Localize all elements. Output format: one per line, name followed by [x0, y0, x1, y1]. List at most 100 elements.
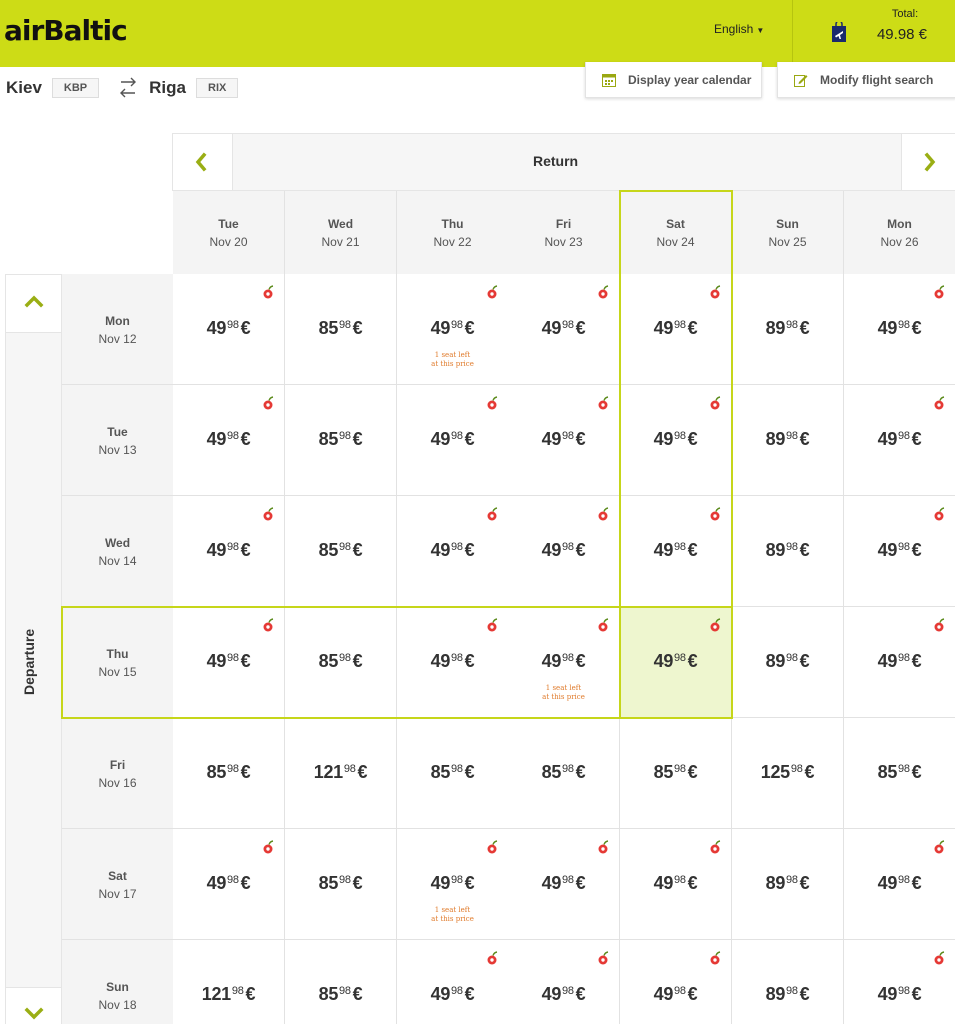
cherry-badge-icon	[487, 507, 498, 521]
fare-cell[interactable]: 8598 €	[620, 718, 732, 829]
fare-price: 8998 €	[765, 984, 810, 1004]
fare-cell[interactable]: 4998 €	[844, 274, 955, 385]
cherry-badge-icon	[710, 618, 721, 632]
fare-price: 4998 €	[541, 873, 586, 893]
display-year-calendar-button[interactable]: Display year calendar	[585, 62, 762, 98]
fare-price: 4998 €	[430, 873, 475, 893]
return-prev-button[interactable]	[173, 134, 233, 190]
fare-price: 8998 €	[765, 318, 810, 338]
fare-cell[interactable]: 4998 €	[508, 496, 620, 607]
fare-price: 12198 €	[313, 762, 368, 782]
fare-price: 4998 €	[430, 984, 475, 1004]
departure-date-header: Mon Nov 12	[62, 274, 173, 385]
origin-city: Kiev	[6, 78, 42, 97]
fare-cell[interactable]: 4998 €	[508, 385, 620, 496]
departure-date: Nov 16	[98, 776, 137, 790]
fare-cell[interactable]: 4998 € 1 seat left at this price	[397, 274, 509, 385]
departure-date: Nov 12	[98, 332, 137, 346]
fare-cell[interactable]: 4998 €	[397, 496, 509, 607]
fare-cell[interactable]: 8598 €	[285, 829, 397, 940]
cherry-badge-icon	[263, 285, 274, 299]
fare-cell[interactable]: 4998 €	[620, 274, 732, 385]
departure-date: Nov 18	[98, 998, 137, 1012]
fare-cell[interactable]: 8998 €	[732, 607, 844, 718]
departure-date-header: Tue Nov 13	[62, 385, 173, 496]
fare-cell[interactable]: 4998 €	[508, 829, 620, 940]
fare-price: 4998 €	[206, 651, 251, 671]
fare-cell[interactable]: 4998 €	[844, 607, 955, 718]
fare-cell[interactable]: 4998 €	[844, 940, 955, 1024]
fare-cell[interactable]: 8998 €	[732, 385, 844, 496]
cherry-badge-icon	[934, 285, 945, 299]
fare-cell[interactable]: 8598 €	[285, 940, 397, 1024]
fare-cell-selected[interactable]: 4998 €	[620, 607, 732, 718]
fare-cell[interactable]: 4998 €	[397, 385, 509, 496]
fare-cell[interactable]: 8998 €	[732, 274, 844, 385]
fare-cell[interactable]: 12198 €	[285, 718, 397, 829]
fare-cell[interactable]: 4998 €	[173, 496, 285, 607]
fare-cell[interactable]: 8598 €	[173, 718, 285, 829]
cherry-badge-icon	[934, 507, 945, 521]
fare-cell[interactable]: 8998 €	[732, 940, 844, 1024]
fare-price: 4998 €	[877, 873, 922, 893]
fare-cell[interactable]: 4998 €	[173, 829, 285, 940]
cherry-badge-icon	[598, 285, 609, 299]
fare-price: 4998 €	[430, 429, 475, 449]
plane-swap-icon	[120, 77, 137, 98]
fare-cell[interactable]: 8598 €	[285, 274, 397, 385]
return-date-header: Sun Nov 25	[732, 191, 844, 274]
cherry-badge-icon	[263, 507, 274, 521]
fare-cell[interactable]: 4998 €	[508, 940, 620, 1024]
fare-cell[interactable]: 8598 €	[285, 496, 397, 607]
departure-prev-button[interactable]	[6, 275, 61, 333]
fare-cell[interactable]: 8598 €	[285, 607, 397, 718]
fare-cell[interactable]: 4998 €	[620, 385, 732, 496]
departure-date: Nov 17	[98, 887, 137, 901]
fare-cell[interactable]: 8598 €	[397, 718, 509, 829]
return-weekday: Wed	[327, 217, 354, 231]
total-label: Total:	[891, 8, 919, 20]
top-bar: airBaltic English ▼ Total: 49.98 €	[0, 0, 955, 67]
fare-cell[interactable]: 4998 €	[620, 829, 732, 940]
cherry-badge-icon	[598, 840, 609, 854]
fare-cell[interactable]: 8998 €	[732, 496, 844, 607]
cherry-badge-icon	[598, 507, 609, 521]
fare-cell[interactable]: 4998 €	[397, 607, 509, 718]
modify-flight-search-button[interactable]: Modify flight search	[777, 62, 955, 98]
fare-cell[interactable]: 4998 €	[620, 940, 732, 1024]
fare-cell[interactable]: 8598 €	[844, 718, 955, 829]
fare-cell[interactable]: 4998 €	[844, 385, 955, 496]
fare-cell[interactable]: 8598 €	[285, 385, 397, 496]
fare-price: 8598 €	[541, 762, 586, 782]
fare-cell[interactable]: 4998 € 1 seat left at this price	[508, 607, 620, 718]
fare-cell[interactable]: 12198 €	[173, 940, 285, 1024]
return-next-button[interactable]	[901, 134, 955, 190]
fare-cell[interactable]: 4998 €	[620, 496, 732, 607]
fare-cell[interactable]: 4998 €	[173, 274, 285, 385]
fare-cell[interactable]: 4998 € 1 seat left at this price	[397, 829, 509, 940]
cherry-badge-icon	[487, 396, 498, 410]
cherry-badge-icon	[263, 396, 274, 410]
fare-price: 8998 €	[765, 429, 810, 449]
fare-cell[interactable]: 4998 €	[844, 829, 955, 940]
return-date: Nov 20	[209, 235, 248, 249]
departure-date-header: Sat Nov 17	[62, 829, 173, 940]
return-date: Nov 24	[656, 235, 695, 249]
departure-next-button[interactable]	[6, 987, 61, 1024]
fare-cell[interactable]: 8998 €	[732, 829, 844, 940]
fare-cell[interactable]: 4998 €	[173, 607, 285, 718]
fare-cell[interactable]: 4998 €	[508, 274, 620, 385]
fare-price: 8598 €	[318, 651, 363, 671]
cart-button[interactable]: Total: 49.98 €	[792, 0, 955, 67]
fare-cell[interactable]: 8598 €	[508, 718, 620, 829]
fare-cell[interactable]: 4998 €	[397, 940, 509, 1024]
fare-cell[interactable]: 4998 €	[173, 385, 285, 496]
shopping-bag-plane-icon	[832, 22, 846, 42]
airbaltic-logo[interactable]: airBaltic	[4, 14, 128, 47]
seat-availability-note: 1 seat left at this price	[542, 684, 585, 701]
modify-flight-search-label: Modify flight search	[820, 72, 934, 87]
fare-cell[interactable]: 4998 €	[844, 496, 955, 607]
fare-cell[interactable]: 12598 €	[732, 718, 844, 829]
fare-price: 4998 €	[541, 540, 586, 560]
language-selector[interactable]: English ▼	[714, 22, 764, 36]
